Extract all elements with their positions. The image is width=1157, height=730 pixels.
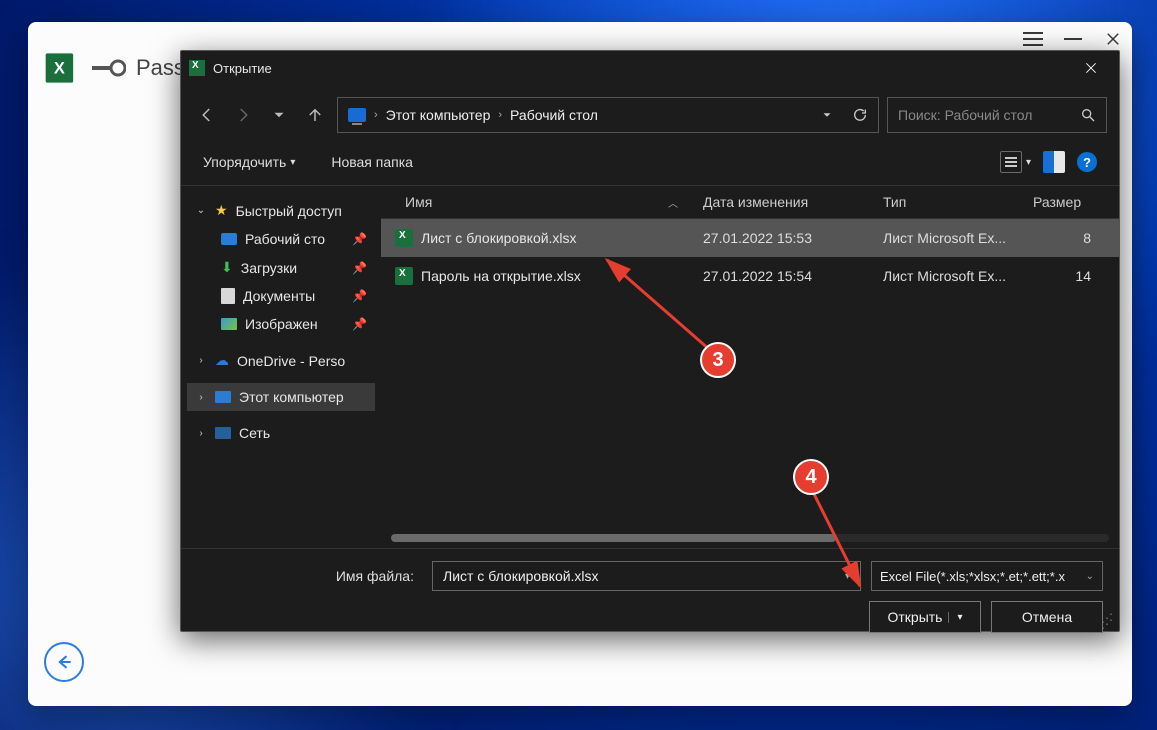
new-folder-button[interactable]: Новая папка [325, 150, 419, 174]
tree-network[interactable]: › Сеть [187, 419, 375, 447]
tree-documents[interactable]: Документы📌 [187, 282, 375, 310]
file-open-dialog: Открытие › Этот компьютер › Рабочий стол… [180, 50, 1120, 632]
pin-icon: 📌 [352, 289, 367, 303]
chevron-down-icon[interactable] [820, 108, 834, 122]
svg-text:X: X [54, 60, 65, 78]
column-name[interactable]: Имя︿ [381, 186, 691, 218]
chevron-down-icon[interactable]: ▾ [948, 612, 962, 623]
tree-quick-access[interactable]: ⌄ ★ Быстрый доступ [187, 196, 375, 225]
dialog-app-icon [189, 60, 205, 76]
dialog-title: Открытие [213, 61, 272, 76]
excel-icon: X [42, 46, 86, 90]
nav-forward-button[interactable] [229, 101, 257, 129]
download-icon: ⬇ [221, 259, 233, 276]
chevron-down-icon: ⌄ [1086, 571, 1094, 582]
document-icon [221, 288, 235, 304]
pictures-icon [221, 318, 237, 330]
pin-icon: 📌 [352, 261, 367, 275]
column-size[interactable]: Размер [1021, 186, 1119, 218]
pin-icon: 📌 [352, 317, 367, 331]
tree-this-pc[interactable]: › Этот компьютер [187, 383, 375, 411]
dialog-titlebar: Открытие [181, 51, 1119, 85]
view-mode-button[interactable]: ▾ [994, 147, 1037, 177]
tree-onedrive[interactable]: › ☁ OneDrive - Perso [187, 346, 375, 375]
file-list-header: Имя︿ Дата изменения Тип Размер [381, 186, 1119, 219]
navigation-tree: ⌄ ★ Быстрый доступ Рабочий сто📌 ⬇ Загруз… [181, 186, 381, 548]
chevron-right-icon: › [374, 109, 378, 121]
dialog-close-button[interactable] [1071, 53, 1111, 83]
excel-file-icon [395, 267, 413, 285]
path-box[interactable]: › Этот компьютер › Рабочий стол [337, 97, 879, 133]
open-button[interactable]: Открыть ▾ [869, 601, 981, 633]
search-input[interactable]: Поиск: Рабочий стол [887, 97, 1107, 133]
tree-downloads[interactable]: ⬇ Загрузки📌 [187, 253, 375, 282]
breadcrumb[interactable]: Этот компьютер [386, 107, 491, 123]
sort-asc-icon: ︿ [668, 195, 678, 210]
cloud-icon: ☁ [215, 352, 229, 369]
star-icon: ★ [215, 202, 228, 219]
chevron-right-icon: › [498, 109, 502, 121]
filetype-select[interactable]: Excel File(*.xls;*xlsx;*.et;*.ett;*.x ⌄ [871, 561, 1103, 591]
monitor-icon [215, 391, 231, 403]
annotation-step-4: 4 [793, 459, 829, 495]
file-list: Имя︿ Дата изменения Тип Размер Лист с бл… [381, 186, 1119, 548]
chevron-down-icon: ▾ [1026, 157, 1031, 168]
nav-recent-button[interactable] [265, 101, 293, 129]
this-pc-icon [348, 108, 366, 122]
column-date[interactable]: Дата изменения [691, 186, 871, 218]
chevron-right-icon: › [195, 428, 207, 439]
chevron-down-icon: ⌄ [195, 205, 207, 216]
organize-menu[interactable]: Упорядочить ▾ [197, 150, 301, 174]
help-button[interactable]: ? [1071, 148, 1103, 176]
desktop-icon [221, 233, 237, 245]
horizontal-scrollbar[interactable] [391, 534, 1109, 542]
pin-icon: 📌 [352, 232, 367, 246]
filename-input[interactable]: Лист с блокировкой.xlsx ▾ [432, 561, 861, 591]
excel-file-icon [395, 229, 413, 247]
close-icon[interactable] [1102, 28, 1124, 50]
search-icon [1080, 107, 1096, 123]
tree-desktop[interactable]: Рабочий сто📌 [187, 225, 375, 253]
refresh-icon[interactable] [852, 107, 868, 123]
chevron-right-icon: › [195, 355, 207, 366]
chevron-right-icon: › [195, 392, 207, 403]
back-button[interactable] [44, 642, 84, 682]
nav-back-button[interactable] [193, 101, 221, 129]
resize-grip-icon[interactable]: ⋰⋰ [1101, 615, 1115, 627]
nav-up-button[interactable] [301, 101, 329, 129]
tree-pictures[interactable]: Изображен📌 [187, 310, 375, 338]
minimize-icon[interactable] [1062, 28, 1084, 50]
key-icon [92, 58, 126, 78]
preview-pane-button[interactable] [1037, 147, 1071, 177]
file-row[interactable]: Пароль на открытие.xlsx 27.01.2022 15:54… [381, 257, 1119, 295]
search-placeholder: Поиск: Рабочий стол [898, 107, 1032, 123]
file-row[interactable]: Лист с блокировкой.xlsx 27.01.2022 15:53… [381, 219, 1119, 257]
menu-icon[interactable] [1022, 28, 1044, 50]
breadcrumb[interactable]: Рабочий стол [510, 107, 598, 123]
column-type[interactable]: Тип [871, 186, 1021, 218]
annotation-step-3: 3 [700, 342, 736, 378]
cancel-button[interactable]: Отмена [991, 601, 1103, 633]
chevron-down-icon[interactable]: ▾ [845, 571, 850, 582]
chevron-down-icon: ▾ [290, 157, 295, 168]
network-icon [215, 427, 231, 439]
filename-label: Имя файла: [197, 568, 422, 584]
